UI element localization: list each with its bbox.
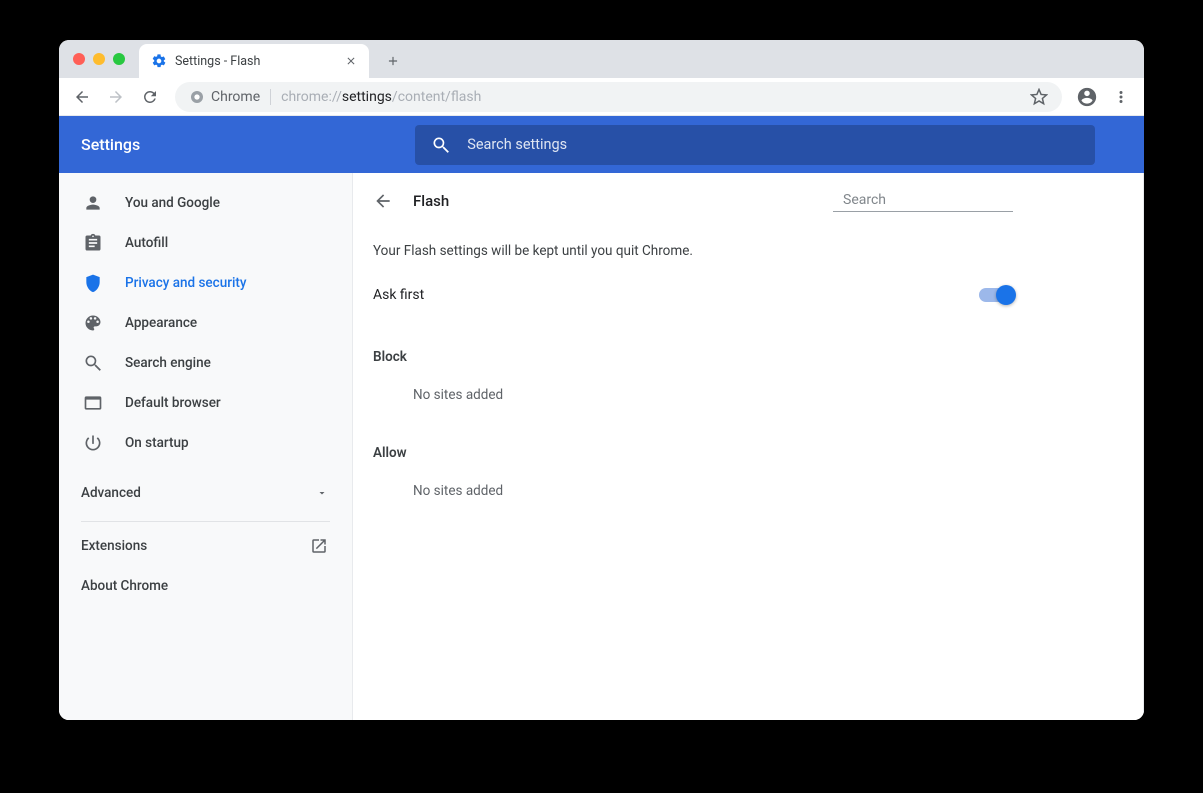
open-in-new-icon (310, 537, 328, 555)
settings-header: Settings (59, 116, 1144, 173)
power-icon (83, 433, 103, 453)
sidebar-item-label: Search engine (125, 355, 211, 371)
page-title: Flash (413, 192, 449, 210)
site-chip-label: Chrome (211, 89, 260, 105)
sidebar-item-on-startup[interactable]: On startup (59, 423, 352, 463)
page-header: Flash (353, 173, 1033, 229)
shield-icon (83, 273, 103, 293)
settings-main: Flash Your Flash settings will be kept u… (353, 173, 1144, 720)
ask-first-label: Ask first (373, 287, 424, 303)
menu-button[interactable] (1106, 82, 1136, 112)
sidebar-item-default-browser[interactable]: Default browser (59, 383, 352, 423)
extensions-label: Extensions (81, 538, 147, 554)
sidebar-item-search-engine[interactable]: Search engine (59, 343, 352, 383)
block-section-title: Block (353, 321, 1033, 373)
settings-title: Settings (81, 135, 140, 154)
sidebar-advanced-toggle[interactable]: Advanced (59, 469, 352, 517)
window-zoom-button[interactable] (113, 53, 125, 65)
sidebar-item-appearance[interactable]: Appearance (59, 303, 352, 343)
chrome-icon (189, 89, 205, 105)
tab-title: Settings - Flash (175, 54, 260, 69)
settings-search-input[interactable] (467, 136, 1079, 153)
page-search[interactable] (833, 191, 1013, 212)
sidebar-divider (81, 521, 330, 522)
sidebar-item-label: Appearance (125, 315, 197, 331)
sidebar-item-autofill[interactable]: Autofill (59, 223, 352, 263)
page-search-input[interactable] (843, 192, 1021, 208)
settings-sidebar: You and Google Autofill Privacy and secu… (59, 173, 353, 720)
window-controls (73, 53, 125, 65)
search-icon (83, 353, 103, 373)
tab-close-button[interactable] (345, 55, 357, 67)
sidebar-item-label: On startup (125, 435, 189, 451)
address-bar[interactable]: Chrome chrome://settings/content/flash (175, 82, 1062, 112)
search-icon (431, 135, 451, 155)
sidebar-about-link[interactable]: About Chrome (59, 566, 352, 606)
new-tab-button[interactable] (379, 47, 407, 75)
palette-icon (83, 313, 103, 333)
block-empty-text: No sites added (353, 373, 1033, 417)
sidebar-item-label: You and Google (125, 195, 220, 211)
ask-first-toggle[interactable] (979, 288, 1013, 302)
reload-button[interactable] (135, 82, 165, 112)
about-label: About Chrome (81, 578, 168, 594)
sidebar-item-you-and-google[interactable]: You and Google (59, 183, 352, 223)
sidebar-extensions-link[interactable]: Extensions (59, 526, 352, 566)
window-minimize-button[interactable] (93, 53, 105, 65)
advanced-label: Advanced (81, 485, 141, 501)
browser-tab[interactable]: Settings - Flash (139, 44, 369, 78)
sidebar-item-label: Default browser (125, 395, 221, 411)
clipboard-icon (83, 233, 103, 253)
tab-strip: Settings - Flash (59, 40, 1144, 78)
flash-notice: Your Flash settings will be kept until y… (353, 229, 1033, 281)
forward-button[interactable] (101, 82, 131, 112)
browser-toolbar: Chrome chrome://settings/content/flash (59, 78, 1144, 116)
chevron-down-icon (316, 487, 328, 499)
sidebar-item-label: Autofill (125, 235, 168, 251)
page-back-button[interactable] (373, 191, 393, 211)
ask-first-row: Ask first (353, 281, 1033, 321)
bookmark-star-icon[interactable] (1030, 88, 1048, 106)
site-chip: Chrome (189, 89, 271, 105)
sidebar-item-label: Privacy and security (125, 275, 247, 291)
profile-button[interactable] (1072, 82, 1102, 112)
settings-search[interactable] (415, 125, 1095, 165)
window-close-button[interactable] (73, 53, 85, 65)
allow-empty-text: No sites added (353, 469, 1033, 513)
tab-favicon-settings-icon (151, 53, 167, 69)
url-text: chrome://settings/content/flash (281, 89, 481, 105)
browser-window: Settings - Flash Chrome chrome://setting… (59, 40, 1144, 720)
allow-section-title: Allow (353, 417, 1033, 469)
person-icon (83, 193, 103, 213)
settings-body: You and Google Autofill Privacy and secu… (59, 173, 1144, 720)
browser-icon (83, 393, 103, 413)
back-button[interactable] (67, 82, 97, 112)
sidebar-item-privacy-security[interactable]: Privacy and security (59, 263, 352, 303)
